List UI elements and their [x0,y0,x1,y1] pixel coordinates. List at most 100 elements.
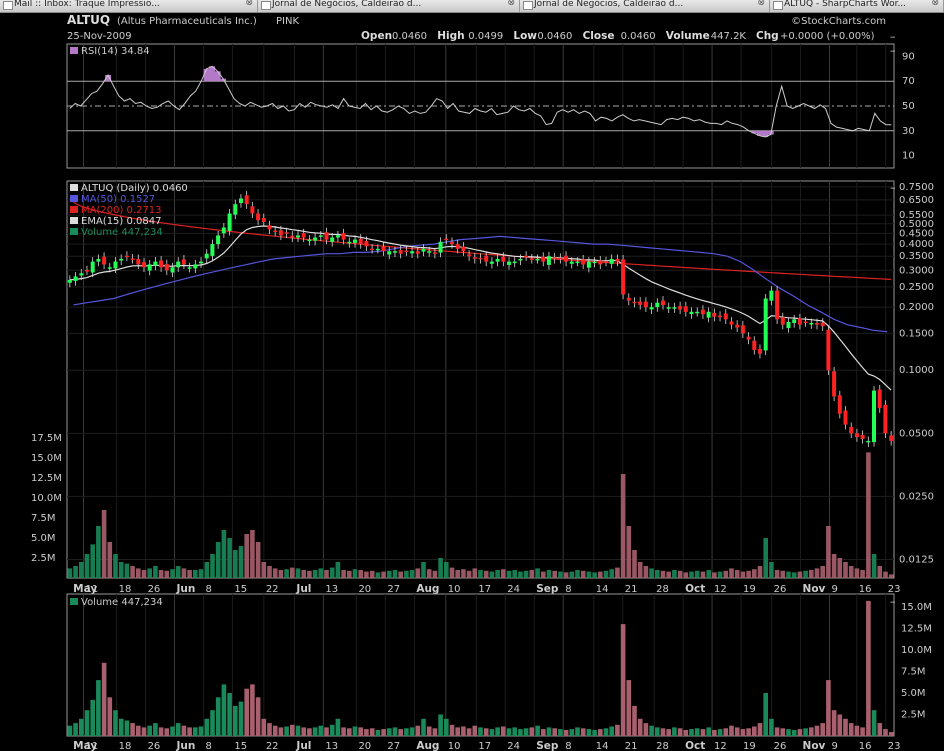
candle-body [239,198,243,204]
price-legend-swatch [70,184,78,191]
candle-body [854,433,859,437]
volume-overlay-bar [541,571,546,578]
candle-body [758,348,762,354]
volume-overlay-bar [637,562,643,578]
x-axis-label: Oct [685,740,705,751]
volume-overlay-bar [649,568,654,578]
volume-overlay-bar [164,570,170,578]
candle-body [256,213,261,221]
browser-tab-1[interactable]: Mail :: Inbox: Traque Impressio... ⊗ [0,0,258,12]
candle-body [353,239,357,243]
candle-body [592,261,597,264]
volume-overlay-bar [734,570,740,578]
volume-overlay-bar [820,566,825,578]
x-axis-label: 23 [888,584,901,595]
x-axis-label: 21 [625,584,638,595]
x-axis-label: 8 [205,741,211,751]
x-axis-label: 16 [859,584,872,595]
volume-overlay-bar [444,562,449,578]
candle-body [706,311,711,318]
volume-bar [649,725,654,736]
volume-bar [466,728,472,736]
volume-bar [472,725,478,736]
x-axis-label: 26 [774,741,787,751]
volume-bar [461,726,466,736]
candle-body [872,390,876,443]
volume-bar [335,718,341,736]
symbol: ALTUQ [67,13,110,27]
quote-label: Low [513,30,537,42]
browser-tab-2[interactable]: Jornal de Negócios, Caldeirão d... ⊗ [258,0,520,12]
stockcharts-brand[interactable]: ©StockCharts.com [791,16,886,27]
volume-overlay-bar [79,562,84,578]
volume-overlay-bar [712,572,717,578]
candle-body [455,244,460,249]
candle-body [575,261,580,264]
volume-overlay-bar [848,566,854,578]
volume-overlay-bar [73,566,78,578]
candle-body [849,426,854,434]
close-icon[interactable]: ⊗ [507,0,515,8]
candle-body [427,251,432,253]
candle-body [467,254,472,257]
volume-overlay-bar [763,538,768,578]
candle-body [518,258,523,261]
candle-body [438,241,443,253]
close-icon[interactable]: ⊗ [757,0,765,8]
candle-body [73,276,78,281]
candle-body [233,204,238,215]
close-icon[interactable]: ⊗ [931,0,939,8]
candle-body [85,270,89,272]
volume-bar [147,725,152,736]
candle-body [381,246,386,252]
volume-overlay-bar [341,570,346,578]
volume-bar [312,727,318,736]
candle-body [278,230,283,236]
candle-body [341,233,346,240]
panel-menu-icon: – [890,181,896,194]
volume-overlay-bar [438,558,443,578]
y-tick-label: 10.0M [901,645,932,656]
candle-body [626,297,631,301]
volume-overlay-bar [272,568,278,578]
browser-tab-4[interactable]: ALTUQ - SharpCharts Wor... ⊗ [770,0,944,12]
volume-overlay-bar [523,570,529,578]
volume-overlay-tick-label: 7.5M [31,513,56,524]
y-tick-label: 0.6500 [899,195,934,206]
browser-tab-3[interactable]: Jornal de Negócios, Caldeirão d... ⊗ [520,0,770,12]
volume-bar [364,729,369,736]
candle-body [558,257,563,260]
volume-overlay-bar [831,554,837,578]
close-icon[interactable]: ⊗ [245,0,253,8]
candle-body [507,261,511,265]
volume-overlay-bar [415,568,421,578]
volume-overlay-bar [449,567,455,578]
volume-overlay-bar [233,550,238,578]
tab-label: Jornal de Negócios, Caldeirão d... [534,0,684,9]
volume-overlay-bar [598,571,603,578]
candle-body [826,329,831,371]
volume-overlay-bar [626,526,632,578]
volume-bar [404,728,409,736]
header-menu-icon: – [890,30,896,43]
y-tick-label: 0.3500 [899,251,934,262]
candle-body [598,260,603,265]
volume-overlay-bar [101,510,107,578]
volume-overlay-bar [187,570,192,578]
volume-overlay-bar [175,566,181,578]
volume-bar [854,725,860,736]
volume-bar [660,728,666,736]
candle-body [324,232,329,240]
volume-overlay-bar [643,566,649,578]
candle-body [250,206,255,214]
volume-overlay-bar [786,571,791,578]
candle-body [410,251,415,254]
volume-bar [700,729,706,736]
volume-bar [877,723,883,736]
volume-overlay-bar [153,566,158,578]
price-legend-item: MA(200) 0.2713 [81,205,162,216]
candle-body [655,302,660,308]
volume-bar [780,728,786,736]
volume-overlay-bar [746,570,751,578]
volume-bar [381,729,386,736]
